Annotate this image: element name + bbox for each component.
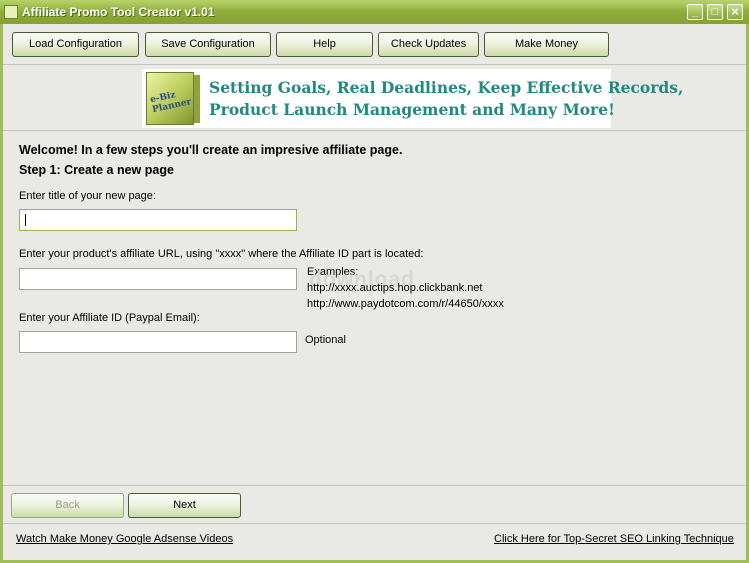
divider	[3, 523, 746, 524]
load-configuration-button[interactable]: Load Configuration	[12, 32, 139, 57]
toolbar: Load Configuration Save Configuration He…	[3, 24, 746, 65]
window-title: Affiliate Promo Tool Creator v1.01	[22, 5, 215, 19]
ad-banner[interactable]: e-Biz Planner Setting Goals, Real Deadli…	[142, 69, 683, 128]
help-button[interactable]: Help	[276, 32, 373, 57]
banner-line-2: Product Launch Management and Many More!	[209, 100, 615, 119]
app-icon	[4, 5, 18, 19]
affiliate-url-input[interactable]	[19, 268, 297, 290]
example-url-1: http://xxxx.auctips.hop.clickbank.net	[307, 282, 483, 294]
divider	[3, 130, 746, 131]
affiliate-id-label: Enter your Affiliate ID (Paypal Email):	[19, 312, 200, 324]
adsense-videos-link[interactable]: Watch Make Money Google Adsense Videos	[16, 533, 233, 545]
welcome-heading: Welcome! In a few steps you'll create an…	[19, 143, 403, 157]
step-heading: Step 1: Create a new page	[19, 163, 174, 177]
app-window: Affiliate Promo Tool Creator v1.01 _ □ ×…	[0, 0, 749, 563]
make-money-button[interactable]: Make Money	[484, 32, 609, 57]
next-button[interactable]: Next	[128, 493, 241, 518]
check-updates-button[interactable]: Check Updates	[378, 32, 479, 57]
title-bar[interactable]: Affiliate Promo Tool Creator v1.01 _ □ ×	[0, 0, 749, 24]
divider	[3, 485, 746, 486]
affiliate-id-input[interactable]	[19, 331, 297, 353]
example-url-2: http://www.paydotcom.com/r/44650/xxxx	[307, 298, 504, 310]
page-title-label: Enter title of your new page:	[19, 190, 156, 202]
seo-technique-link[interactable]: Click Here for Top-Secret SEO Linking Te…	[494, 533, 734, 545]
maximize-button[interactable]: □	[707, 4, 723, 20]
close-button[interactable]: ×	[727, 4, 743, 20]
affiliate-url-label: Enter your product's affiliate URL, usin…	[19, 248, 424, 260]
banner-text: Setting Goals, Real Deadlines, Keep Effe…	[209, 77, 683, 121]
minimize-button[interactable]: _	[687, 4, 703, 20]
save-configuration-button[interactable]: Save Configuration	[145, 32, 271, 57]
product-box-image: e-Biz Planner	[146, 72, 194, 125]
back-button[interactable]: Back	[11, 493, 124, 518]
page-title-input[interactable]	[19, 209, 297, 231]
text-caret	[25, 214, 26, 226]
banner-line-1: Setting Goals, Real Deadlines, Keep Effe…	[209, 78, 684, 97]
optional-note: Optional	[305, 334, 346, 346]
product-box-side	[194, 75, 200, 123]
